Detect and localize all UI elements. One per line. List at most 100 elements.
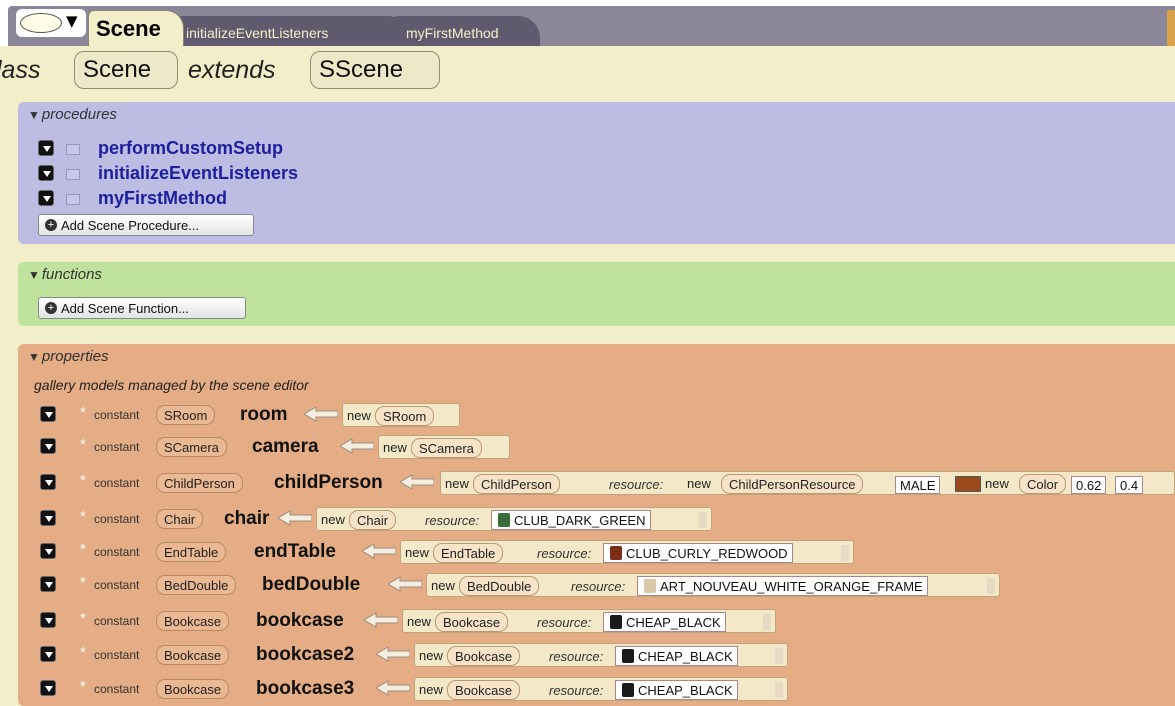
initializer-expression[interactable]: new Bookcase resource: CHEAP_BLACK <box>414 677 788 701</box>
type-chip[interactable]: Bookcase <box>156 645 230 665</box>
red-value[interactable]: 0.62 <box>1071 476 1107 494</box>
superclass-box[interactable]: SScene <box>310 51 440 89</box>
constructor-chip[interactable]: Bookcase <box>447 646 521 666</box>
variable-name[interactable]: endTable <box>254 541 336 563</box>
type-chip[interactable]: BedDouble <box>156 575 237 595</box>
dropdown-icon[interactable] <box>38 140 54 156</box>
constant-keyword: constant <box>94 545 140 559</box>
procedures-header[interactable]: ▼ procedures <box>28 106 117 123</box>
tab-scene[interactable]: Scene <box>88 10 184 46</box>
type-chip[interactable]: EndTable <box>156 542 227 562</box>
property-row[interactable]: * constant SRoom room new SRoom <box>18 402 1175 428</box>
dropdown-icon[interactable] <box>38 165 54 181</box>
expander-icon[interactable] <box>775 648 783 664</box>
procedure-name[interactable]: initializeEventListeners <box>98 163 298 184</box>
resource-value[interactable]: CHEAP_BLACK <box>603 612 726 632</box>
type-chip[interactable]: SCamera <box>156 437 227 457</box>
initializer-expression[interactable]: new Bookcase resource: CHEAP_BLACK <box>414 643 788 667</box>
property-row[interactable]: * constant SCamera camera new SCamera <box>18 434 1175 460</box>
expander-icon[interactable] <box>841 545 849 561</box>
class-name-box[interactable]: Scene <box>74 51 178 89</box>
dropdown-icon[interactable] <box>40 438 56 454</box>
gender-value[interactable]: MALE <box>895 476 941 494</box>
button-label: Add Scene Function... <box>61 301 189 316</box>
tab-my-first-method[interactable]: myFirstMethod <box>392 16 540 46</box>
constant-keyword: constant <box>94 512 140 526</box>
dropdown-icon[interactable] <box>40 406 56 422</box>
procedure-name[interactable]: myFirstMethod <box>98 188 227 209</box>
constructor-chip[interactable]: ChildPerson <box>473 474 560 494</box>
resource-value[interactable]: ART_NOUVEAU_WHITE_ORANGE_FRAME <box>637 576 928 596</box>
resource-constructor-chip[interactable]: ChildPersonResource <box>721 474 864 494</box>
green-value[interactable]: 0.4 <box>1115 476 1144 494</box>
property-row[interactable]: * constant BedDouble bedDouble new BedDo… <box>18 572 1175 598</box>
type-chip[interactable]: Bookcase <box>156 611 230 631</box>
functions-section: ▼ functions + Add Scene Function... <box>18 262 1175 326</box>
new-keyword: new <box>419 648 443 663</box>
resource-value[interactable]: CLUB_DARK_GREEN <box>491 510 651 530</box>
variable-name[interactable]: bookcase3 <box>256 678 354 700</box>
property-row[interactable]: * constant Chair chair new Chair resourc… <box>18 506 1175 532</box>
type-dropdown-button[interactable]: ▼ <box>16 9 86 37</box>
variable-name[interactable]: bedDouble <box>262 574 360 596</box>
dropdown-icon[interactable] <box>38 190 54 206</box>
property-row[interactable]: * constant Bookcase bookcase2 new Bookca… <box>18 642 1175 668</box>
constructor-chip[interactable]: SRoom <box>375 406 435 426</box>
initializer-expression[interactable]: new SCamera <box>378 435 510 459</box>
add-scene-procedure-button[interactable]: + Add Scene Procedure... <box>38 214 254 236</box>
constructor-chip[interactable]: Bookcase <box>435 612 509 632</box>
dropdown-icon[interactable] <box>40 510 56 526</box>
dropdown-icon[interactable] <box>40 576 56 592</box>
variable-name[interactable]: bookcase <box>256 610 344 632</box>
expander-icon[interactable] <box>699 512 707 528</box>
expander-icon[interactable] <box>775 682 783 698</box>
expander-icon[interactable] <box>763 614 771 630</box>
dropdown-icon[interactable] <box>40 612 56 628</box>
star-icon: * <box>80 508 86 525</box>
properties-header[interactable]: ▼ properties <box>28 348 109 365</box>
resource-value[interactable]: CHEAP_BLACK <box>615 680 738 700</box>
type-chip[interactable]: SRoom <box>156 405 216 425</box>
dropdown-icon[interactable] <box>40 543 56 559</box>
color-constructor-chip[interactable]: Color <box>1019 474 1067 494</box>
constructor-chip[interactable]: EndTable <box>433 543 504 563</box>
dropdown-icon[interactable] <box>40 474 56 490</box>
type-chip[interactable]: ChildPerson <box>156 473 243 493</box>
initializer-expression[interactable]: new SRoom <box>342 403 460 427</box>
functions-header[interactable]: ▼ functions <box>28 266 102 283</box>
variable-name[interactable]: room <box>240 404 288 426</box>
resource-value[interactable]: CHEAP_BLACK <box>615 646 738 666</box>
initializer-expression[interactable]: new Chair resource: CLUB_DARK_GREEN <box>316 507 712 531</box>
resource-label: resource: <box>571 579 626 594</box>
type-chip[interactable]: Chair <box>156 509 204 529</box>
property-row[interactable]: * constant Bookcase bookcase3 new Bookca… <box>18 676 1175 702</box>
add-scene-function-button[interactable]: + Add Scene Function... <box>38 297 246 319</box>
dropdown-icon[interactable] <box>40 680 56 696</box>
type-chip[interactable]: Bookcase <box>156 679 230 699</box>
dropdown-icon[interactable] <box>40 646 56 662</box>
constructor-chip[interactable]: SCamera <box>411 438 482 458</box>
variable-name[interactable]: bookcase2 <box>256 644 354 666</box>
table-icon <box>610 546 622 560</box>
property-row[interactable]: * constant ChildPerson childPerson new C… <box>18 470 1175 496</box>
constructor-chip[interactable]: Chair <box>349 510 397 530</box>
constructor-chip[interactable]: BedDouble <box>459 576 540 596</box>
procedure-name[interactable]: performCustomSetup <box>98 138 283 159</box>
variable-name[interactable]: chair <box>224 508 269 530</box>
color-swatch[interactable] <box>955 476 981 492</box>
variable-name[interactable]: childPerson <box>274 472 383 494</box>
initializer-expression[interactable]: new BedDouble resource: ART_NOUVEAU_WHIT… <box>426 573 1000 597</box>
constant-keyword: constant <box>94 440 140 454</box>
expander-icon[interactable] <box>987 578 995 594</box>
initializer-expression[interactable]: new ChildPerson resource: new ChildPerso… <box>440 471 1175 495</box>
tab-initialize-event-listeners[interactable]: initializeEventListeners <box>176 16 408 46</box>
property-row[interactable]: * constant EndTable endTable new EndTabl… <box>18 539 1175 565</box>
assign-arrow-icon <box>304 406 338 422</box>
resource-name: CHEAP_BLACK <box>638 649 733 664</box>
resource-value[interactable]: CLUB_CURLY_REDWOOD <box>603 543 793 563</box>
initializer-expression[interactable]: new Bookcase resource: CHEAP_BLACK <box>402 609 776 633</box>
variable-name[interactable]: camera <box>252 436 319 458</box>
constructor-chip[interactable]: Bookcase <box>447 680 521 700</box>
property-row[interactable]: * constant Bookcase bookcase new Bookcas… <box>18 608 1175 634</box>
initializer-expression[interactable]: new EndTable resource: CLUB_CURLY_REDWOO… <box>400 540 854 564</box>
